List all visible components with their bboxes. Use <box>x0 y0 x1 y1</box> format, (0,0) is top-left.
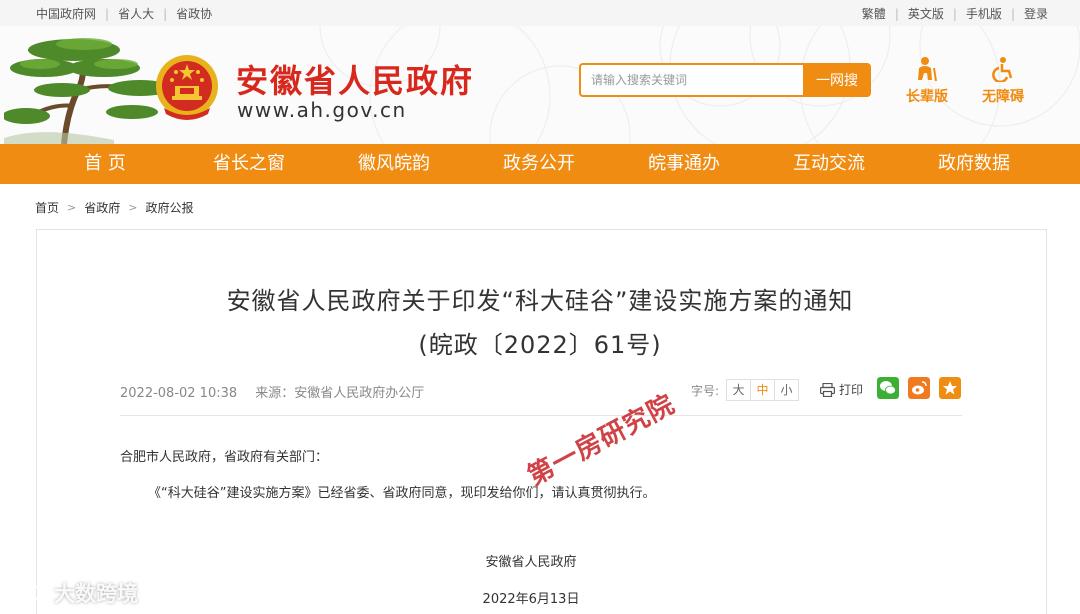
chevron-right-icon: > <box>128 201 138 214</box>
article-sign-date: 2022年6月13日 <box>482 592 580 607</box>
favorite-icon[interactable] <box>939 377 961 399</box>
top-left-links: 中国政府网 | 省人大 | 省政协 <box>36 5 212 22</box>
site-url: www.ah.gov.cn <box>237 98 407 122</box>
article-meta: 2022-08-02 10:38 来源：安徽省人民政府办公厅 <box>120 382 424 401</box>
meta-divider <box>120 415 962 416</box>
font-size-control: 字号: 大 中 小 <box>691 379 800 401</box>
article-source: 来源：安徽省人民政府办公厅 <box>255 386 425 401</box>
main-nav: 首 页 省长之窗 徽风皖韵 政务公开 皖事通办 互动交流 政府数据 <box>0 144 1080 184</box>
font-size-options: 大 中 小 <box>726 379 800 401</box>
breadcrumb-home[interactable]: 首页 <box>35 199 59 216</box>
printer-icon <box>820 382 835 397</box>
article-addressee: 合肥市人民政府，省政府有关部门： <box>120 450 329 465</box>
watermark-text: 大数跨境 <box>54 582 138 606</box>
font-size-large-button[interactable]: 大 <box>726 379 752 401</box>
nav-item-interaction[interactable]: 互动交流 <box>793 144 865 184</box>
elder-mode-button[interactable]: 长辈版 <box>899 56 955 106</box>
nav-item-anhui-style[interactable]: 徽风皖韵 <box>358 144 430 184</box>
elder-mode-label: 长辈版 <box>906 89 948 105</box>
elder-icon <box>918 57 937 82</box>
separator: | <box>1010 6 1015 21</box>
link-china-gov[interactable]: 中国政府网 <box>36 5 96 22</box>
print-button[interactable]: 打印 <box>820 381 863 398</box>
nav-item-gov-affairs[interactable]: 政务公开 <box>503 144 575 184</box>
separator: | <box>952 6 957 21</box>
national-emblem-icon <box>156 55 218 120</box>
nav-item-home[interactable]: 首 页 <box>84 144 126 184</box>
weibo-icon[interactable] <box>908 377 930 399</box>
separator: | <box>163 6 168 21</box>
separator: | <box>894 6 899 21</box>
watermark-logo-icon <box>11 585 45 601</box>
link-provincial-cppcc[interactable]: 省政协 <box>176 5 212 22</box>
search-button[interactable]: 一网搜 <box>803 63 871 97</box>
search-input[interactable] <box>579 63 803 97</box>
search-bar: 一网搜 <box>579 63 871 97</box>
accessibility-button[interactable]: 无障碍 <box>975 56 1031 106</box>
font-size-label: 字号: <box>691 383 720 398</box>
wechat-icon[interactable] <box>877 377 899 399</box>
article-signer: 安徽省人民政府 <box>485 555 577 570</box>
font-size-small-button[interactable]: 小 <box>774 379 800 401</box>
accessibility-label: 无障碍 <box>982 89 1024 105</box>
link-login[interactable]: 登录 <box>1024 5 1048 22</box>
article-title: 安徽省人民政府关于印发“科大硅谷”建设实施方案的通知 <box>226 287 854 315</box>
site-title[interactable]: 安徽省人民政府 <box>236 56 474 102</box>
separator: | <box>105 6 110 21</box>
nav-item-services[interactable]: 皖事通办 <box>648 144 720 184</box>
top-utility-bar: 中国政府网 | 省人大 | 省政协 繁體 | 英文版 | 手机版 | 登录 <box>0 0 1080 26</box>
article-date: 2022-08-02 10:38 <box>120 386 238 401</box>
article-doc-number: (皖政〔2022〕61号) <box>418 331 662 359</box>
site-header: 安徽省人民政府 www.ah.gov.cn 一网搜 长辈版 无障碍 <box>0 26 1080 144</box>
breadcrumb-gazette[interactable]: 政府公报 <box>145 199 193 216</box>
top-right-links: 繁體 | 英文版 | 手机版 | 登录 <box>862 5 1048 22</box>
chevron-right-icon: > <box>67 201 77 214</box>
link-mobile-version[interactable]: 手机版 <box>966 5 1002 22</box>
nav-item-governor-window[interactable]: 省长之窗 <box>213 144 285 184</box>
article-body: 《“科大硅谷”建设实施方案》已经省委、省政府同意，现印发给你们，请认真贯彻执行。 <box>148 486 656 501</box>
link-english-version[interactable]: 英文版 <box>908 5 944 22</box>
accessibility-icon <box>992 57 1013 82</box>
corner-watermark: 大数跨境 <box>10 578 138 608</box>
font-size-medium-button[interactable]: 中 <box>750 379 776 401</box>
print-label: 打印 <box>839 383 864 397</box>
link-provincial-congress[interactable]: 省人大 <box>118 5 154 22</box>
nav-item-gov-data[interactable]: 政府数据 <box>938 144 1010 184</box>
breadcrumb: 首页 > 省政府 > 政府公报 <box>35 199 193 216</box>
link-traditional-chinese[interactable]: 繁體 <box>862 5 886 22</box>
breadcrumb-provincial-gov[interactable]: 省政府 <box>84 199 120 216</box>
pine-tree-logo <box>4 38 172 144</box>
